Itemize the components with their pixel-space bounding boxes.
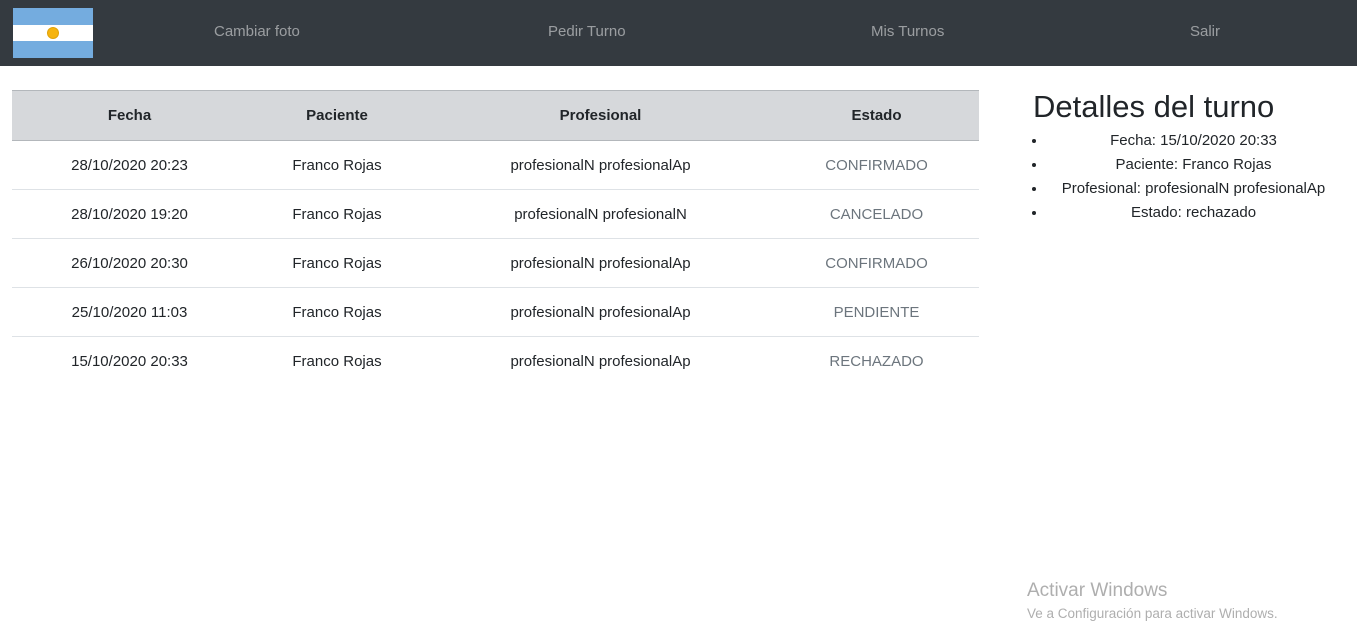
cell-profesional: profesionalN profesionalAp	[510, 352, 691, 370]
nav-mis-turnos[interactable]: Mis Turnos	[871, 23, 944, 40]
cell-estado: CONFIRMADO	[774, 238, 979, 288]
detalle-estado: Estado: rechazado	[1047, 201, 1340, 225]
detalles-panel: Detalles del turno Fecha: 15/10/2020 20:…	[1022, 88, 1340, 225]
header-paciente: Paciente	[247, 90, 427, 141]
turnos-table: Fecha Paciente Profesional Estado 28/10/…	[12, 90, 979, 385]
cell-estado: RECHAZADO	[829, 352, 924, 370]
cell-fecha: 28/10/2020 20:23	[12, 140, 247, 190]
cell-fecha: 15/10/2020 20:33	[71, 352, 188, 370]
watermark-title: Activar Windows	[1027, 580, 1168, 601]
navbar: Cambiar foto Pedir Turno Mis Turnos Sali…	[0, 0, 1357, 66]
cell-paciente: Franco Rojas	[247, 189, 427, 239]
cell-profesional: profesionalN profesionalAp	[427, 238, 774, 288]
cell-profesional: profesionalN profesionalN	[427, 189, 774, 239]
windows-activation-watermark: Activar Windows Ve a Configuración para …	[1027, 580, 1278, 624]
cell-fecha: 26/10/2020 20:30	[12, 238, 247, 288]
cell-paciente: Franco Rojas	[247, 287, 427, 337]
header-profesional: Profesional	[427, 90, 774, 141]
table-row[interactable]: 28/10/2020 19:20 Franco Rojas profesiona…	[12, 189, 979, 239]
argentina-flag-icon[interactable]	[13, 8, 93, 58]
cell-fecha: 28/10/2020 19:20	[12, 189, 247, 239]
cell-fecha: 25/10/2020 11:03	[12, 287, 247, 337]
nav-cambiar-foto[interactable]: Cambiar foto	[214, 23, 300, 40]
cell-estado: CANCELADO	[774, 189, 979, 239]
detalle-paciente: Paciente: Franco Rojas	[1047, 153, 1340, 177]
table-header-row: Fecha Paciente Profesional Estado	[12, 90, 979, 141]
table-row[interactable]: 26/10/2020 20:30 Franco Rojas profesiona…	[12, 238, 979, 288]
detalle-profesional: Profesional: profesionalN profesionalAp	[1047, 177, 1340, 201]
cell-profesional: profesionalN profesionalAp	[427, 287, 774, 337]
nav-pedir-turno[interactable]: Pedir Turno	[548, 23, 626, 40]
cell-paciente: Franco Rojas	[247, 140, 427, 190]
detalles-title: Detalles del turno	[1033, 89, 1275, 124]
table-row[interactable]: 25/10/2020 11:03 Franco Rojas profesiona…	[12, 287, 979, 337]
header-estado: Estado	[774, 90, 979, 141]
nav-salir[interactable]: Salir	[1190, 23, 1220, 40]
detalles-list: Fecha: 15/10/2020 20:33 Paciente: Franco…	[1022, 129, 1340, 225]
cell-estado: CONFIRMADO	[774, 140, 979, 190]
detalle-fecha: Fecha: 15/10/2020 20:33	[1047, 129, 1340, 153]
cell-profesional: profesionalN profesionalAp	[427, 140, 774, 190]
table-row[interactable]: 28/10/2020 20:23 Franco Rojas profesiona…	[12, 140, 979, 190]
turnos-table-container: Fecha Paciente Profesional Estado 28/10/…	[12, 90, 979, 385]
cell-paciente: Franco Rojas	[292, 352, 382, 370]
table-row[interactable]: 15/10/2020 20:33 Franco Rojas profesiona…	[12, 337, 979, 386]
watermark-subtitle: Ve a Configuración para activar Windows.	[1027, 606, 1278, 621]
cell-paciente: Franco Rojas	[247, 238, 427, 288]
header-fecha: Fecha	[12, 90, 247, 141]
cell-estado: PENDIENTE	[774, 287, 979, 337]
